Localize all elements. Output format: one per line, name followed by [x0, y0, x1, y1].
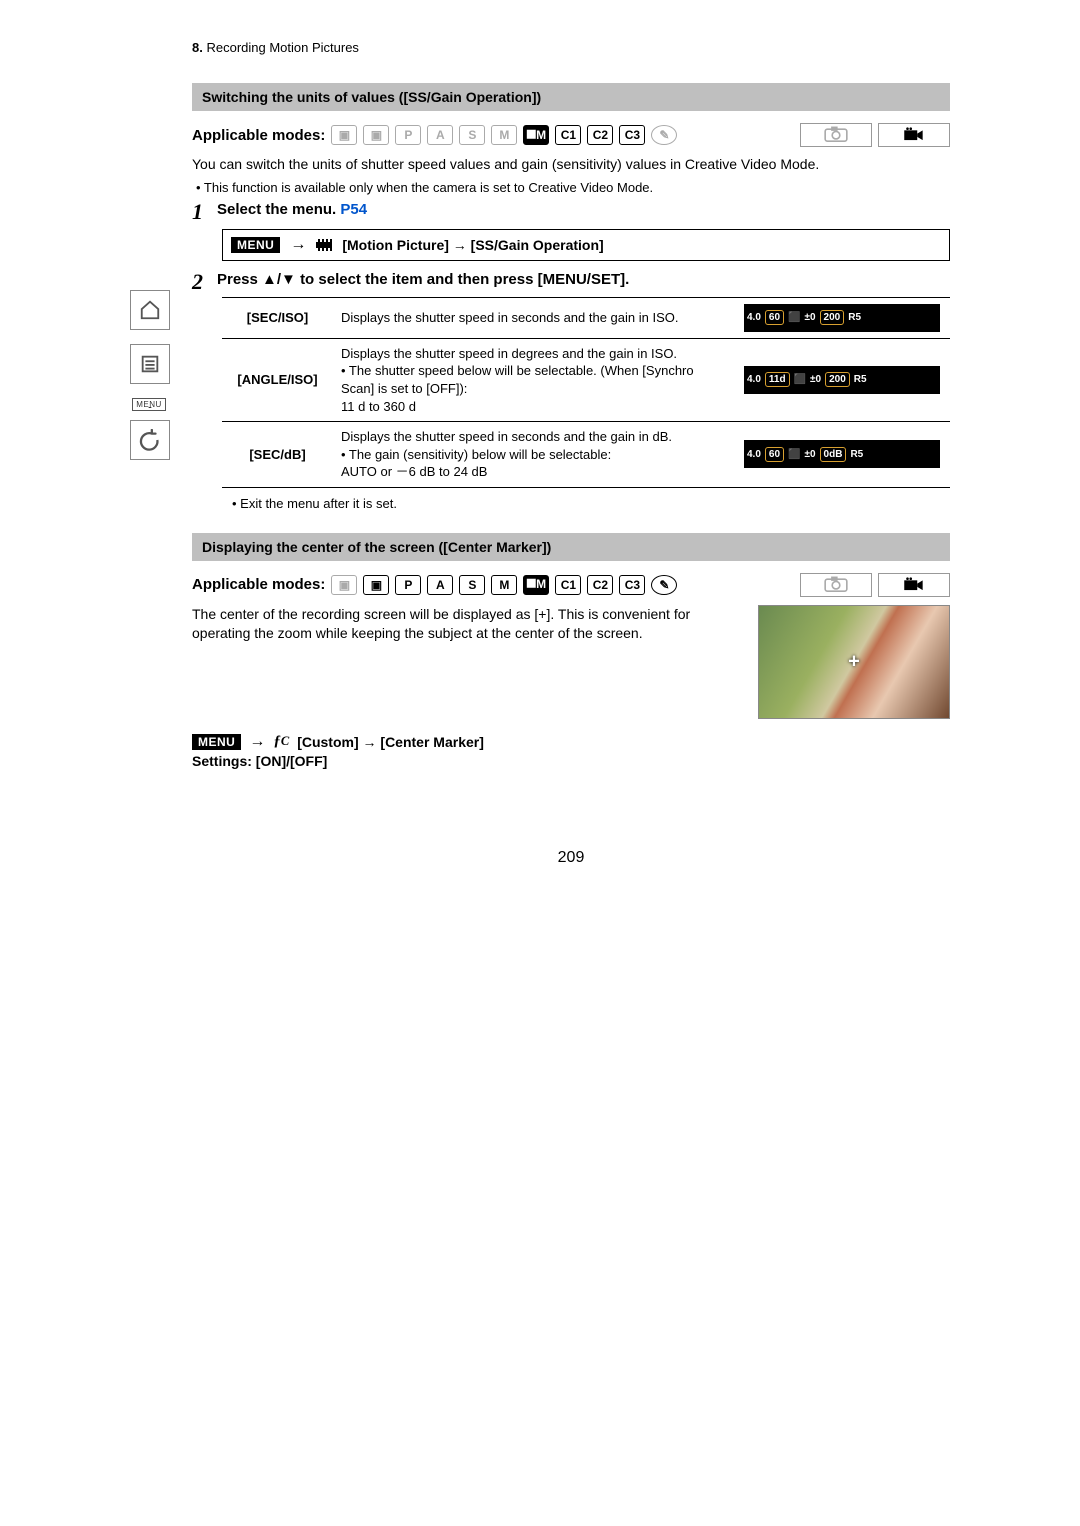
modes-row-1: Applicable modes: ▣ ▣ P A S M ⯀M C1 C2 C… — [192, 123, 950, 147]
options-table: [SEC/ISO] Displays the shutter speed in … — [222, 297, 950, 488]
custom-fc-icon: ƒC — [273, 733, 289, 750]
section1-intro: You can switch the units of shutter spee… — [192, 155, 950, 174]
step2-text: Press ▲/▼ to select the item and then pr… — [217, 271, 950, 288]
modes-label: Applicable modes: — [192, 127, 325, 144]
mode-s: S — [459, 125, 485, 145]
section2-title: Displaying the center of the screen ([Ce… — [192, 533, 950, 561]
step1-ref[interactable]: P54 — [340, 201, 367, 218]
photo-mode-icon — [800, 123, 872, 147]
table-row: [ANGLE/ISO] Displays the shutter speed i… — [222, 338, 950, 421]
film-icon — [316, 239, 332, 251]
video-mode-icon — [878, 123, 950, 147]
menu-path-2-text: [Custom] → [Center Marker] — [297, 734, 484, 750]
section1-title: Switching the units of values ([SS/Gain … — [192, 83, 950, 111]
table-row: [SEC/dB] Displays the shutter speed in s… — [222, 422, 950, 488]
mode-iaplus: ▣ — [363, 575, 389, 595]
opt2-name: [SEC/dB] — [222, 422, 333, 488]
mode-c3: C3 — [619, 575, 645, 595]
toc-icon[interactable] — [130, 344, 170, 384]
menu-path-2: MENU → ƒC [Custom] → [Center Marker] — [192, 733, 950, 751]
mode-palette: ✎ — [651, 575, 677, 595]
opt1-name: [ANGLE/ISO] — [222, 338, 333, 421]
mode-s: S — [459, 575, 485, 595]
modes-label-2: Applicable modes: — [192, 576, 325, 593]
opt1-display: 4.0 11d ⬛ ±0 200 R5 — [734, 338, 950, 421]
menu-badge-icon: MENU — [231, 237, 280, 253]
back-icon[interactable] — [130, 420, 170, 460]
mode-c1: C1 — [555, 575, 581, 595]
mode-movie-m: ⯀M — [523, 125, 549, 145]
settings-line: Settings: [ON]/[OFF] — [192, 753, 950, 769]
opt0-name: [SEC/ISO] — [222, 297, 333, 338]
photo-mode-icon — [800, 573, 872, 597]
home-icon[interactable] — [130, 290, 170, 330]
mode-m: M — [491, 125, 517, 145]
modes-row-2: Applicable modes: ▣ ▣ P A S M ⯀M C1 C2 C… — [192, 573, 950, 597]
mode-p: P — [395, 125, 421, 145]
table-row: [SEC/ISO] Displays the shutter speed in … — [222, 297, 950, 338]
chapter-header: 8. Recording Motion Pictures — [192, 40, 950, 55]
opt0-display: 4.0 60 ⬛ ±0 200 R5 — [734, 297, 950, 338]
mode-p: P — [395, 575, 421, 595]
video-mode-icon — [878, 573, 950, 597]
mode-c3: C3 — [619, 125, 645, 145]
step2-num: 2 — [192, 271, 203, 293]
mode-ia: ▣ — [331, 575, 357, 595]
menu-path-1: MENU → [Motion Picture] → [SS/Gain Opera… — [222, 229, 950, 261]
opt1-desc: Displays the shutter speed in degrees an… — [333, 338, 734, 421]
opt2-display: 4.0 60 ⬛ ±0 0dB R5 — [734, 422, 950, 488]
menu-badge-icon: MENU — [192, 734, 241, 750]
menu-path-text: [Motion Picture] → [SS/Gain Operation] — [342, 237, 603, 253]
mode-palette: ✎ — [651, 125, 677, 145]
mode-iaplus: ▣ — [363, 125, 389, 145]
mode-m: M — [491, 575, 517, 595]
exit-note: • Exit the menu after it is set. — [232, 496, 950, 511]
section1-note: • This function is available only when t… — [192, 180, 950, 195]
chapter-num: 8. — [192, 40, 203, 55]
opt2-desc: Displays the shutter speed in seconds an… — [333, 422, 734, 488]
arrow-icon: → — [290, 236, 306, 254]
chapter-title: Recording Motion Pictures — [206, 40, 358, 55]
center-marker-preview — [758, 605, 950, 719]
page-number: 209 — [192, 849, 950, 867]
mode-c2: C2 — [587, 125, 613, 145]
step1-label: Select the menu. — [217, 201, 336, 218]
mode-c1: C1 — [555, 125, 581, 145]
arrow-icon: → — [249, 733, 265, 751]
mode-c2: C2 — [587, 575, 613, 595]
mode-movie-m: ⯀M — [523, 575, 549, 595]
mode-a: A — [427, 125, 453, 145]
section2-body: The center of the recording screen will … — [192, 605, 740, 643]
opt0-desc: Displays the shutter speed in seconds an… — [333, 297, 734, 338]
step1-num: 1 — [192, 201, 203, 223]
step1-text: Select the menu. P54 — [217, 201, 950, 218]
mode-ia: ▣ — [331, 125, 357, 145]
mode-a: A — [427, 575, 453, 595]
